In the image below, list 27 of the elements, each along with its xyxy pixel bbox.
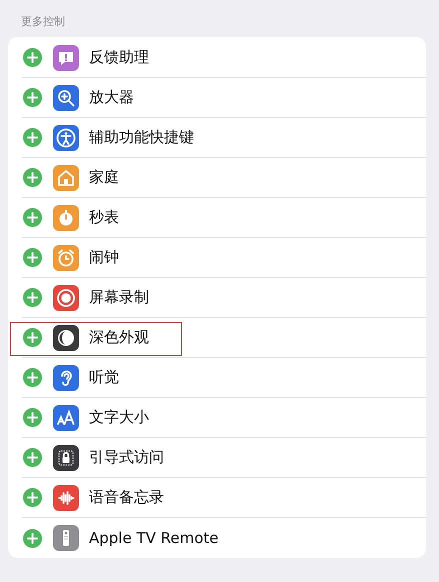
control-label: 秒表 bbox=[89, 208, 119, 227]
control-label: 深色外观 bbox=[89, 328, 149, 347]
add-icon[interactable] bbox=[23, 448, 42, 467]
add-icon[interactable] bbox=[23, 328, 42, 347]
add-icon[interactable] bbox=[23, 128, 42, 147]
control-label: 闹钟 bbox=[89, 248, 119, 267]
control-label: 文字大小 bbox=[89, 408, 149, 427]
add-icon[interactable] bbox=[23, 208, 42, 227]
control-label: Apple TV Remote bbox=[89, 529, 219, 547]
control-label: 屏幕录制 bbox=[89, 288, 149, 307]
control-label: 家庭 bbox=[89, 168, 119, 187]
add-icon[interactable] bbox=[23, 168, 42, 187]
control-label: 引导式访问 bbox=[89, 448, 164, 467]
add-icon[interactable] bbox=[23, 288, 42, 307]
add-icon[interactable] bbox=[23, 368, 42, 387]
section-header: 更多控制 bbox=[21, 14, 65, 30]
control-label: 反馈助理 bbox=[89, 48, 149, 67]
add-icon[interactable] bbox=[23, 408, 42, 427]
control-label: 听觉 bbox=[89, 368, 119, 387]
add-icon[interactable] bbox=[23, 488, 42, 507]
control-label: 放大器 bbox=[89, 88, 134, 107]
add-icon[interactable] bbox=[23, 528, 42, 548]
add-icon[interactable] bbox=[23, 48, 42, 67]
add-icon[interactable] bbox=[23, 88, 42, 107]
add-icon[interactable] bbox=[23, 248, 42, 267]
control-label: 语音备忘录 bbox=[89, 488, 164, 507]
control-label: 辅助功能快捷键 bbox=[89, 128, 194, 147]
